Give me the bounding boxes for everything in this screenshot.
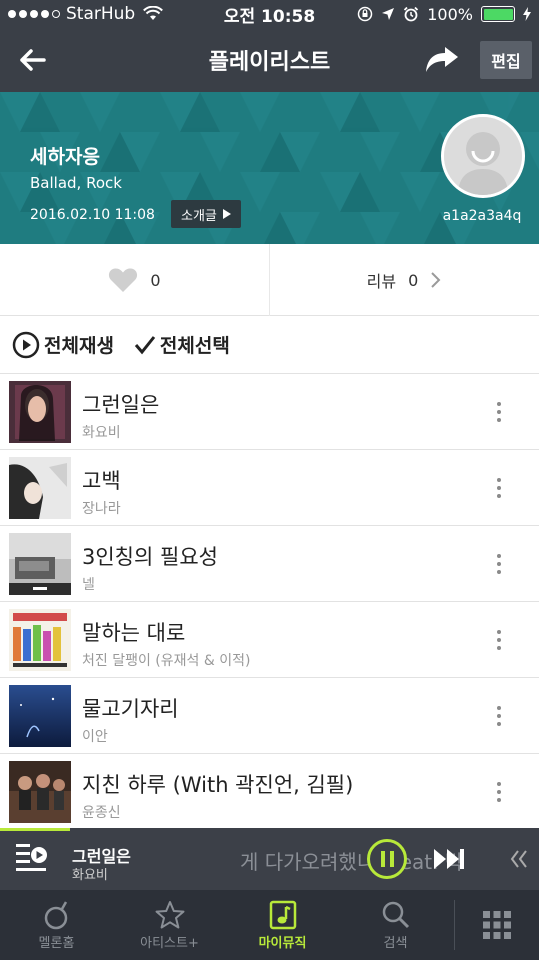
location-icon xyxy=(382,8,395,20)
play-triangle-icon xyxy=(222,209,231,219)
intro-label: 소개글 xyxy=(181,208,217,224)
double-chevron-left-icon xyxy=(510,850,527,868)
play-circle-icon xyxy=(12,331,40,358)
signal-strength-icon xyxy=(8,10,60,18)
status-bar: StarHub 오전 10:58 100% xyxy=(0,0,539,28)
wifi-icon xyxy=(143,6,164,20)
alarm-icon xyxy=(404,6,419,22)
tab-label: 아티스트+ xyxy=(140,936,199,951)
track-row[interactable]: 그런일은 화요비 xyxy=(0,374,539,450)
tab-label: 마이뮤직 xyxy=(258,936,307,951)
track-row[interactable]: 물고기자리 이안 xyxy=(0,678,539,754)
tab-label: 멜론홈 xyxy=(38,936,75,951)
tab-artist-plus[interactable]: 아티스트+ xyxy=(113,890,226,960)
track-title: 물고기자리 xyxy=(82,697,179,721)
like-button[interactable]: 0 xyxy=(0,244,270,316)
review-count: 0 xyxy=(408,270,419,290)
tab-label: 검색 xyxy=(383,936,408,951)
like-count: 0 xyxy=(150,270,161,290)
album-art xyxy=(9,685,71,747)
checkmark-icon xyxy=(134,335,156,354)
track-row[interactable]: 고백 장나라 xyxy=(0,450,539,526)
more-options-button[interactable] xyxy=(486,544,512,584)
track-artist: 이안 xyxy=(82,729,108,745)
track-artist: 화요비 xyxy=(82,425,121,441)
more-options-button[interactable] xyxy=(486,772,512,812)
tab-search[interactable]: 검색 xyxy=(339,890,452,960)
next-track-icon[interactable] xyxy=(432,846,468,872)
select-all-button[interactable]: 전체선택 xyxy=(134,331,230,358)
edit-button[interactable]: 편집 xyxy=(480,41,532,79)
play-all-button[interactable]: 전체재생 xyxy=(12,331,114,359)
stats-row: 0 리뷰 0 xyxy=(0,244,539,316)
track-row[interactable]: 3인칭의 필요성 넬 xyxy=(0,526,539,602)
track-title: 고백 xyxy=(82,469,121,493)
track-artist: 장나라 xyxy=(82,501,121,517)
rotation-lock-icon xyxy=(358,6,373,22)
carrier-name: StarHub xyxy=(66,4,136,24)
playlist-date: 2016.02.10 11:08 xyxy=(30,207,155,223)
app-header: 플레이리스트 편집 xyxy=(0,28,539,92)
star-icon xyxy=(155,901,184,929)
smiley-avatar-icon xyxy=(444,117,522,195)
more-options-button[interactable] xyxy=(486,696,512,736)
grid-menu-icon xyxy=(483,911,511,939)
select-all-label: 전체선택 xyxy=(159,335,230,357)
chevron-right-icon xyxy=(431,272,441,288)
charging-icon xyxy=(523,7,531,21)
battery-icon xyxy=(481,6,515,22)
track-title: 그런일은 xyxy=(82,393,160,417)
list-actions: 전체재생 전체선택 xyxy=(0,316,539,374)
now-playing-artist: 화요비 xyxy=(72,868,108,883)
playback-progress xyxy=(0,828,70,831)
playlist-queue-icon[interactable] xyxy=(16,844,48,874)
melon-home-icon xyxy=(44,901,67,930)
album-art xyxy=(9,381,71,443)
track-row[interactable]: 말하는 대로 처진 달팽이 (유재석 & 이적) xyxy=(0,602,539,678)
back-arrow-icon xyxy=(20,49,46,71)
pause-button[interactable] xyxy=(367,839,407,879)
menu-grid-button[interactable] xyxy=(455,890,539,960)
battery-percent: 100% xyxy=(427,4,473,24)
playlist-banner: 세하자응 Ballad, Rock 2016.02.10 11:08 소개글 a… xyxy=(0,92,539,244)
my-music-icon xyxy=(269,900,296,930)
search-icon xyxy=(382,901,409,929)
track-title: 말하는 대로 xyxy=(82,621,186,645)
back-button[interactable] xyxy=(0,28,64,92)
heart-icon xyxy=(109,268,138,292)
tab-melon-home[interactable]: 멜론홈 xyxy=(0,890,113,960)
track-artist: 윤종신 xyxy=(82,805,121,821)
album-art xyxy=(9,609,71,671)
album-art xyxy=(9,761,71,823)
more-options-button[interactable] xyxy=(486,620,512,660)
collapse-player-button[interactable] xyxy=(498,828,539,890)
share-arrow-icon xyxy=(426,47,458,72)
intro-button[interactable]: 소개글 xyxy=(171,200,241,228)
review-label: 리뷰 xyxy=(366,272,397,291)
track-artist: 처진 달팽이 (유재석 & 이적) xyxy=(82,653,251,669)
playlist-name: 세하자응 xyxy=(30,146,100,168)
play-all-label: 전체재생 xyxy=(44,335,114,357)
playlist-genre: Ballad, Rock xyxy=(30,174,122,192)
album-art xyxy=(9,533,71,595)
track-artist: 넬 xyxy=(82,577,95,593)
next-track-text: 게 다가오려했니 (Feat. 박 xyxy=(240,850,464,874)
share-button[interactable] xyxy=(418,40,466,80)
owner-username[interactable]: a1a2a3a4q xyxy=(420,208,539,224)
track-title: 지친 하루 (With 곽진언, 김필) xyxy=(82,773,354,797)
more-options-button[interactable] xyxy=(486,392,512,432)
avatar[interactable] xyxy=(441,114,525,198)
mini-player[interactable]: 게 다가오려했니 (Feat. 박 그런일은 화요비 xyxy=(0,828,539,890)
album-art xyxy=(9,457,71,519)
track-row[interactable]: 지친 하루 (With 곽진언, 김필) 윤종신 xyxy=(0,754,539,830)
tab-my-music[interactable]: 마이뮤직 xyxy=(226,890,339,960)
more-options-button[interactable] xyxy=(486,468,512,508)
bottom-tab-bar: 멜론홈 아티스트+ 마이뮤직 검색 xyxy=(0,890,539,960)
track-title: 3인칭의 필요성 xyxy=(82,545,218,569)
review-button[interactable]: 리뷰 0 xyxy=(270,244,539,316)
